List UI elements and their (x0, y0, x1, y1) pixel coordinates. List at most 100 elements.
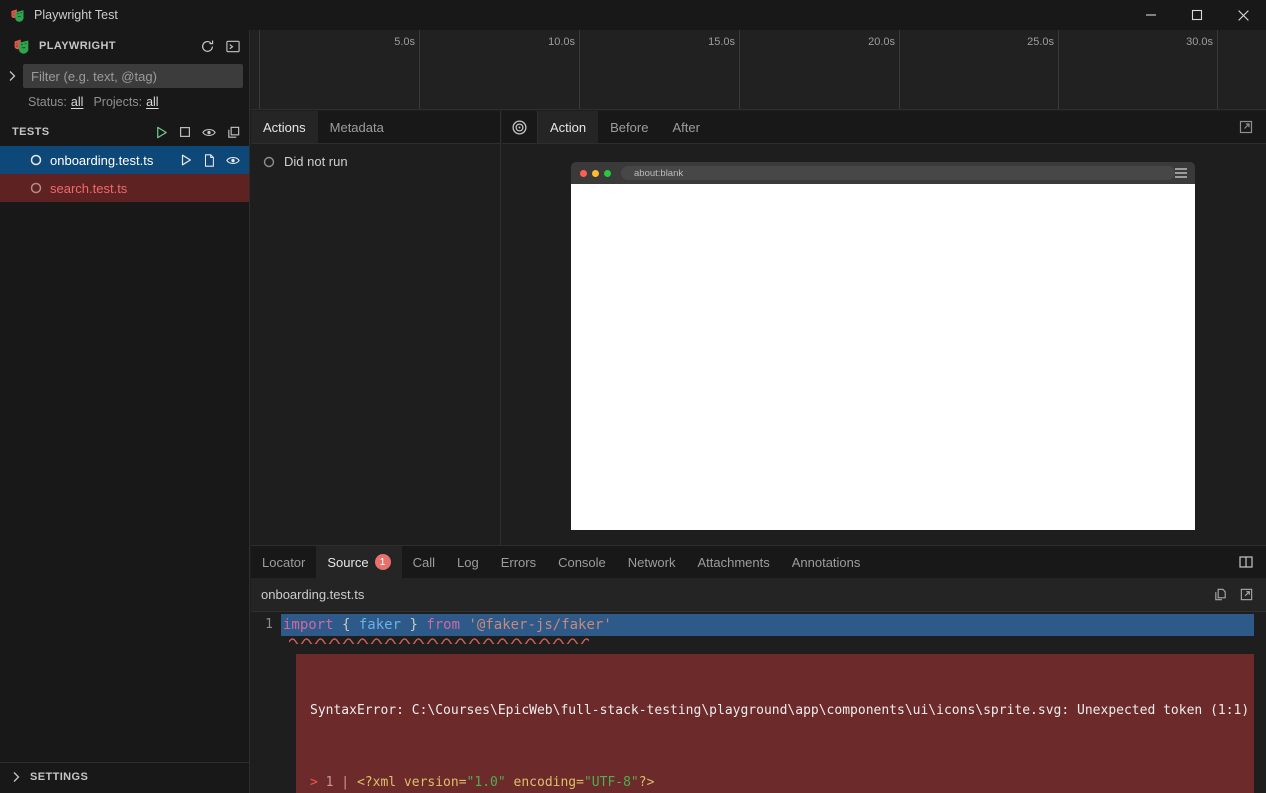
source-line-1: 1 import { faker } from '@faker-js/faker… (251, 614, 1266, 636)
error-code-frame: > 1 | <?xml version="1.0" encoding="UTF-… (310, 774, 1240, 793)
copy-icon[interactable] (1213, 587, 1228, 602)
close-button[interactable] (1220, 0, 1266, 30)
window-title: Playwright Test (34, 8, 118, 22)
browser-toolbar: about:blank (571, 162, 1195, 184)
tab-annotations[interactable]: Annotations (781, 546, 872, 578)
open-snapshot-external-icon[interactable] (1238, 119, 1254, 135)
error-frame-line: > 1 | <?xml version="1.0" encoding="UTF-… (310, 774, 1240, 792)
timeline-tick-label: 5.0s (359, 36, 415, 48)
timeline[interactable]: 5.0s 10.0s 15.0s 20.0s 25.0s 30.0s (251, 30, 1266, 110)
traffic-lights-icon (580, 170, 611, 177)
hamburger-menu-icon (1175, 168, 1187, 178)
timeline-gridline (579, 30, 580, 109)
timeline-tick-label: 20.0s (839, 36, 895, 48)
test-status-circle-icon (30, 154, 42, 166)
status-circle-icon (263, 156, 275, 168)
maximize-button[interactable] (1174, 0, 1220, 30)
tab-errors[interactable]: Errors (490, 546, 547, 578)
tab-source[interactable]: Source 1 (316, 546, 401, 578)
source-filename: onboarding.test.ts (261, 587, 364, 602)
timeline-gridline (899, 30, 900, 109)
settings-title: SETTINGS (30, 771, 88, 783)
snapshot-panel: Action Before After about:blank (502, 111, 1266, 545)
tab-actions[interactable]: Actions (251, 111, 318, 143)
did-not-run-item: Did not run (251, 144, 500, 169)
timeline-tick-label: 30.0s (1157, 36, 1213, 48)
show-source-file-icon[interactable] (202, 153, 216, 168)
watch-test-eye-icon[interactable] (225, 153, 241, 168)
split-view-icon[interactable] (1238, 554, 1254, 570)
tab-source-label: Source (327, 555, 368, 570)
timeline-tick-label: 25.0s (998, 36, 1054, 48)
minimize-button[interactable] (1128, 0, 1174, 30)
tab-call[interactable]: Call (402, 546, 446, 578)
sidebar-title: PLAYWRIGHT (39, 40, 116, 52)
source-error-badge: 1 (375, 554, 391, 570)
sidebar: PLAYWRIGHT Status: all Projects: all (0, 30, 250, 793)
playwright-masks-icon (12, 38, 31, 55)
playwright-logo-icon (10, 8, 25, 23)
chevron-right-icon (12, 771, 21, 783)
did-not-run-label: Did not run (284, 154, 348, 169)
source-line-code: import { faker } from '@faker-js/faker' (281, 614, 1254, 636)
open-external-icon[interactable] (1239, 587, 1254, 602)
reload-icon[interactable] (200, 39, 215, 54)
status-label: Status: (28, 95, 67, 109)
snapshot-page-content[interactable] (571, 184, 1195, 530)
filter-row (0, 62, 249, 90)
projects-value[interactable]: all (146, 95, 159, 109)
tab-console[interactable]: Console (547, 546, 617, 578)
pick-locator-button[interactable] (502, 111, 538, 143)
details-tabbar: Locator Source 1 Call Log Errors Console… (251, 546, 1266, 578)
test-row-search[interactable]: search.test.ts (0, 174, 249, 202)
run-all-play-icon[interactable] (154, 125, 169, 140)
filter-input[interactable] (23, 64, 243, 88)
tab-locator[interactable]: Locator (251, 546, 316, 578)
snapshot-tabbar: Action Before After (502, 111, 1266, 144)
actions-tabbar: Actions Metadata (251, 111, 500, 144)
error-squiggle-underline (289, 637, 589, 644)
status-value[interactable]: all (71, 95, 84, 109)
run-test-play-icon[interactable] (179, 153, 193, 168)
window-controls (1128, 0, 1266, 30)
details-panel: Locator Source 1 Call Log Errors Console… (251, 545, 1266, 793)
watch-eye-icon[interactable] (201, 125, 217, 140)
timeline-gridline (739, 30, 740, 109)
test-file-name: onboarding.test.ts (50, 153, 153, 168)
line-number: 1 (251, 614, 281, 636)
syntax-error-block: SyntaxError: C:\Courses\EpicWeb\full-sta… (296, 654, 1254, 793)
tab-after[interactable]: After (660, 111, 711, 143)
stop-icon[interactable] (178, 125, 192, 140)
tab-action[interactable]: Action (538, 111, 598, 143)
terminal-icon[interactable] (225, 39, 241, 54)
chevron-right-icon[interactable] (8, 70, 17, 82)
tab-before[interactable]: Before (598, 111, 660, 143)
error-message: SyntaxError: C:\Courses\EpicWeb\full-sta… (310, 702, 1240, 720)
tab-log[interactable]: Log (446, 546, 490, 578)
status-filter-row: Status: all Projects: all (0, 90, 249, 114)
sidebar-header: PLAYWRIGHT (0, 30, 249, 62)
source-file-bar: onboarding.test.ts (251, 578, 1266, 612)
tests-section-header: TESTS (0, 118, 249, 146)
collapse-all-icon[interactable] (226, 125, 241, 140)
tab-network[interactable]: Network (617, 546, 687, 578)
titlebar: Playwright Test (0, 0, 1266, 30)
tab-metadata[interactable]: Metadata (318, 111, 396, 143)
timeline-gridline (1217, 30, 1218, 109)
timeline-gridline (259, 30, 260, 109)
timeline-gridline (1058, 30, 1059, 109)
timeline-tick-label: 10.0s (519, 36, 575, 48)
timeline-tick-label: 15.0s (679, 36, 735, 48)
source-code-viewer: 1 import { faker } from '@faker-js/faker… (251, 612, 1266, 793)
tab-attachments[interactable]: Attachments (686, 546, 780, 578)
page-url: about:blank (634, 168, 683, 179)
actions-panel: Actions Metadata Did not run (251, 111, 501, 545)
tests-title: TESTS (12, 126, 49, 138)
test-file-name: search.test.ts (50, 181, 127, 196)
test-row-onboarding[interactable]: onboarding.test.ts (0, 146, 249, 174)
playwright-app: Playwright Test PLAYWRIG (0, 0, 1266, 793)
settings-section[interactable]: SETTINGS (0, 762, 249, 790)
projects-label: Projects: (93, 95, 142, 109)
browser-snapshot-window: about:blank (571, 162, 1195, 530)
address-bar: about:blank (621, 166, 1175, 180)
